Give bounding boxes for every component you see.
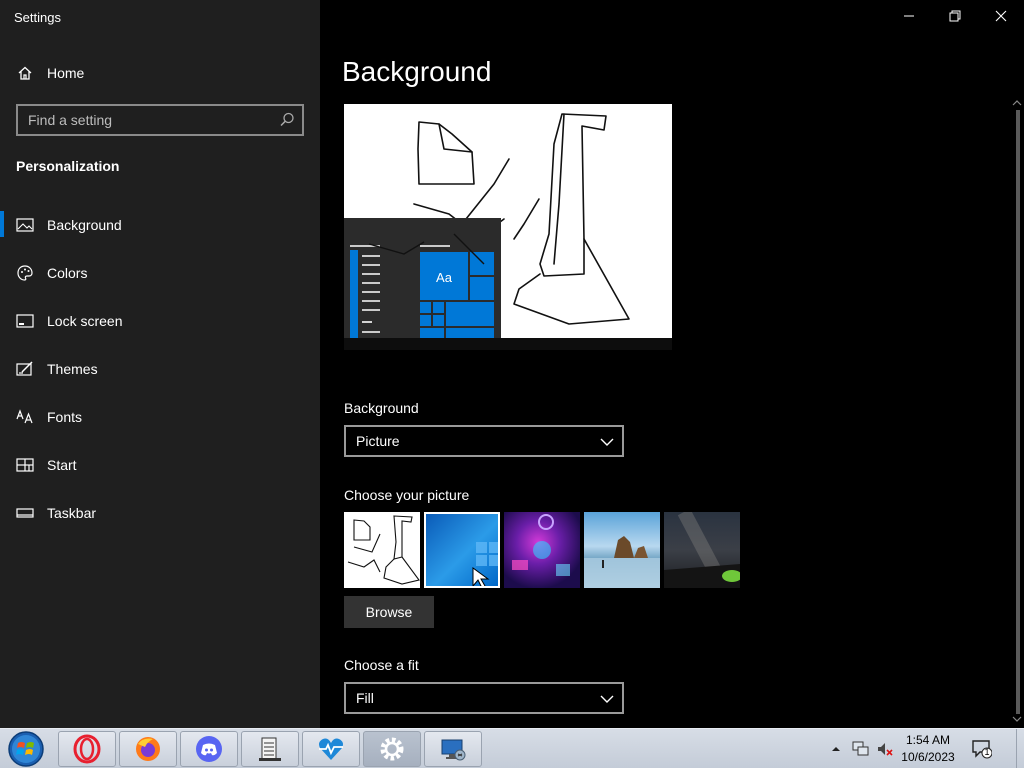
start-button[interactable] bbox=[6, 730, 46, 768]
scroll-thumb[interactable] bbox=[1016, 110, 1020, 714]
background-preview: Aa bbox=[344, 104, 672, 338]
opera-icon bbox=[73, 734, 101, 764]
background-label: Background bbox=[344, 400, 419, 416]
sidebar-item-background[interactable]: Background bbox=[0, 203, 320, 247]
fonts-icon bbox=[16, 408, 34, 426]
close-icon bbox=[995, 10, 1007, 22]
sidebar-item-themes[interactable]: Themes bbox=[0, 347, 320, 391]
sidebar-item-colors[interactable]: Colors bbox=[0, 251, 320, 295]
sidebar-item-lock-screen-label: Lock screen bbox=[47, 313, 123, 329]
lock-screen-icon bbox=[16, 312, 34, 330]
sidebar-item-fonts[interactable]: Fonts bbox=[0, 395, 320, 439]
firefox-icon bbox=[136, 737, 160, 761]
taskbar: 1:54 AM 10/6/2023 1 bbox=[0, 728, 1024, 768]
start-icon bbox=[16, 456, 34, 474]
picture-thumbnail-4[interactable] bbox=[584, 512, 660, 588]
close-button[interactable] bbox=[978, 2, 1024, 30]
sidebar-item-taskbar[interactable]: Taskbar bbox=[0, 491, 320, 535]
page-title: Background bbox=[342, 56, 492, 87]
mouse-cursor-icon bbox=[472, 567, 490, 586]
choose-fit-label: Choose a fit bbox=[344, 657, 419, 673]
taskbar-app-opera[interactable] bbox=[58, 731, 116, 767]
windows-logo-icon bbox=[472, 542, 498, 586]
windows-start-icon bbox=[8, 731, 44, 767]
picture-thumbnail-1[interactable] bbox=[344, 512, 420, 588]
picture-thumbnail-3[interactable] bbox=[504, 512, 580, 588]
preview-shadow bbox=[344, 338, 672, 350]
minimize-button[interactable] bbox=[886, 2, 932, 30]
volume-muted-icon[interactable] bbox=[876, 741, 894, 757]
sidebar-item-home[interactable]: Home bbox=[0, 51, 320, 95]
sidebar-item-themes-label: Themes bbox=[47, 361, 98, 377]
clock-date: 10/6/2023 bbox=[901, 750, 955, 764]
fit-dropdown[interactable]: Fill bbox=[344, 682, 624, 714]
sidebar: Settings Home Personalization Background… bbox=[0, 0, 320, 728]
network-icon[interactable] bbox=[852, 741, 870, 757]
preview-tile-text: Aa bbox=[436, 270, 453, 285]
taskbar-app-firefox[interactable] bbox=[119, 731, 177, 767]
sidebar-item-background-label: Background bbox=[47, 217, 122, 233]
sidebar-item-taskbar-label: Taskbar bbox=[47, 505, 97, 521]
sidebar-item-lock-screen[interactable]: Lock screen bbox=[0, 299, 320, 343]
background-dropdown[interactable]: Picture bbox=[344, 425, 624, 457]
picture-thumbnail-2[interactable] bbox=[424, 512, 500, 588]
section-title: Personalization bbox=[16, 158, 120, 174]
taskbar-app-notepad[interactable] bbox=[241, 731, 299, 767]
home-icon bbox=[16, 64, 34, 82]
night-sky-icon bbox=[664, 512, 740, 588]
heart-pulse-icon bbox=[319, 738, 343, 760]
app-title: Settings bbox=[14, 10, 61, 25]
gear-icon bbox=[380, 737, 404, 761]
discord-icon bbox=[196, 736, 222, 762]
taskbar-icon bbox=[16, 504, 34, 522]
chevron-down-icon bbox=[600, 692, 614, 704]
picture-icon bbox=[16, 216, 34, 234]
sidebar-item-start[interactable]: Start bbox=[0, 443, 320, 487]
thumbnail-sketch bbox=[347, 515, 420, 585]
abstract-art-icon bbox=[512, 514, 570, 576]
scroll-down-icon[interactable] bbox=[1010, 714, 1024, 724]
taskbar-app-discord[interactable] bbox=[180, 731, 238, 767]
chevron-down-icon bbox=[600, 435, 614, 447]
scroll-up-icon[interactable] bbox=[1010, 98, 1024, 108]
browse-button[interactable]: Browse bbox=[344, 596, 434, 628]
show-desktop-button[interactable] bbox=[1016, 729, 1024, 768]
main-content: Background Aa Background Picture Choose … bbox=[320, 0, 1024, 728]
restore-button[interactable] bbox=[932, 2, 978, 30]
preview-drawing: Aa bbox=[344, 104, 672, 338]
taskbar-app-health[interactable] bbox=[302, 731, 360, 767]
sidebar-item-colors-label: Colors bbox=[47, 265, 88, 281]
sidebar-item-home-label: Home bbox=[47, 65, 85, 81]
search-icon[interactable] bbox=[278, 111, 296, 129]
beach-landscape-icon bbox=[584, 536, 660, 588]
tray-overflow-icon[interactable] bbox=[830, 741, 848, 757]
notification-center-icon[interactable]: 1 bbox=[972, 739, 993, 759]
themes-icon bbox=[16, 360, 34, 378]
picture-thumbnail-5[interactable] bbox=[664, 512, 740, 588]
sidebar-item-start-label: Start bbox=[47, 457, 77, 473]
search-input[interactable] bbox=[18, 106, 268, 134]
taskbar-app-settings[interactable] bbox=[363, 731, 421, 767]
clock[interactable]: 1:54 AM 10/6/2023 bbox=[896, 732, 960, 766]
search-box[interactable] bbox=[16, 104, 304, 136]
notification-count: 1 bbox=[984, 747, 990, 757]
scrollbar[interactable] bbox=[1010, 96, 1024, 728]
remote-desktop-icon bbox=[441, 739, 466, 761]
palette-icon bbox=[16, 264, 34, 282]
sidebar-item-fonts-label: Fonts bbox=[47, 409, 83, 425]
taskbar-app-remote-desktop[interactable] bbox=[424, 731, 482, 767]
clock-time: 1:54 AM bbox=[905, 733, 951, 747]
choose-picture-label: Choose your picture bbox=[344, 487, 470, 503]
minimize-icon bbox=[904, 15, 914, 17]
background-dropdown-value: Picture bbox=[356, 433, 400, 449]
fit-dropdown-value: Fill bbox=[356, 690, 374, 706]
restore-icon bbox=[949, 10, 961, 22]
notepad-icon bbox=[259, 737, 281, 761]
